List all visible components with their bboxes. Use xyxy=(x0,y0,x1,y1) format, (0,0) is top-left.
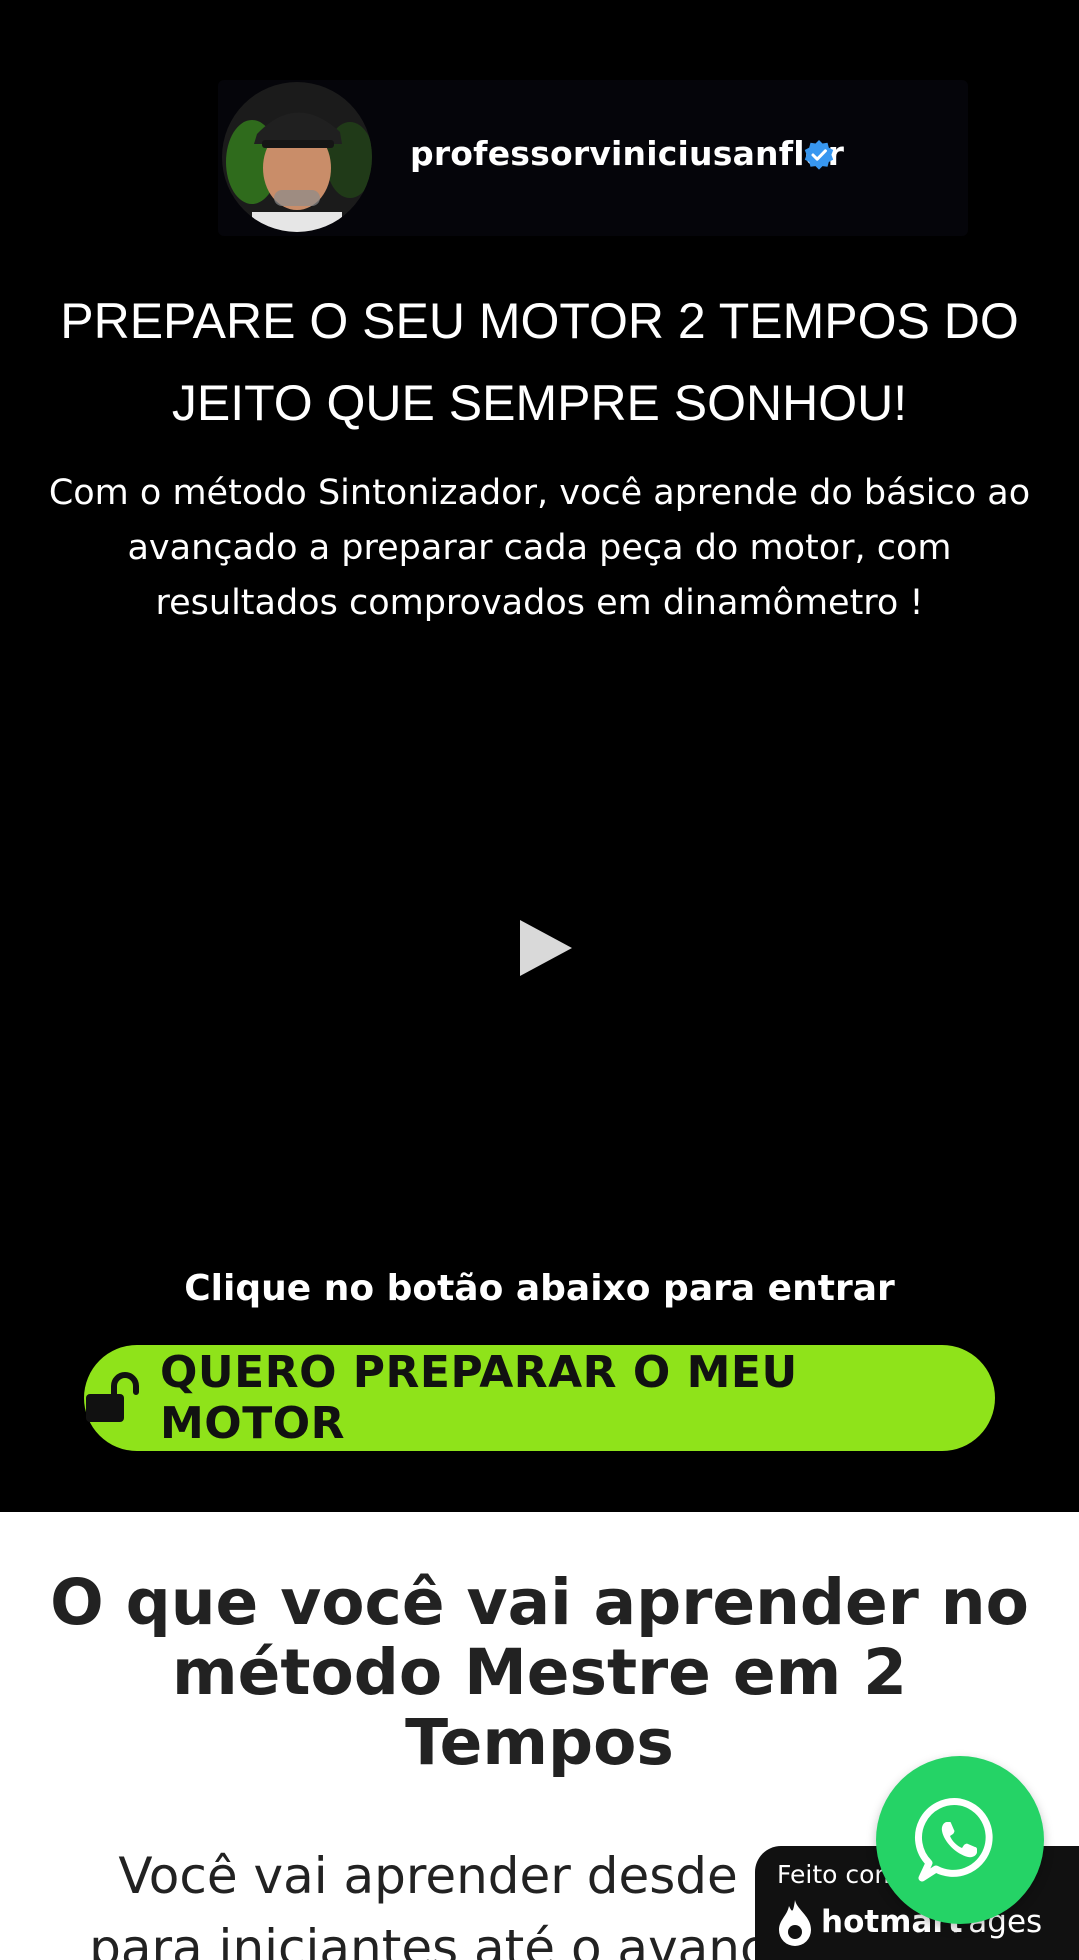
section-title: O que você vai aprender no método Mestre… xyxy=(30,1568,1049,1778)
cta-button-label: QUERO PREPARAR O MEU MOTOR xyxy=(160,1347,798,1449)
hero-subheadline-line: Com o método Sintonizador, você aprende … xyxy=(48,473,1031,513)
avatar[interactable] xyxy=(222,82,372,232)
section-title-line: método Mestre em 2 Tempos xyxy=(172,1636,907,1779)
hotmart-flame-icon xyxy=(777,1898,813,1948)
whatsapp-button[interactable] xyxy=(876,1756,1044,1924)
verified-badge-icon xyxy=(803,139,835,171)
play-icon[interactable] xyxy=(518,918,574,978)
profile-username[interactable]: professorviniciusanflor xyxy=(410,134,844,173)
unlock-icon xyxy=(84,1372,140,1424)
whatsapp-icon xyxy=(914,1794,1006,1886)
hero-headline-line: PREPARE O SEU MOTOR 2 TEMPOS DO xyxy=(60,293,1019,349)
hero-subheadline: Com o método Sintonizador, você aprende … xyxy=(20,466,1059,631)
hero-headline-line: JEITO QUE SEMPRE SONHOU! xyxy=(171,375,908,431)
hero-subheadline-line: resultados comprovados em dinamômetro ! xyxy=(155,583,924,623)
section-title-line: O que você vai aprender no xyxy=(50,1566,1029,1639)
hero-subheadline-line: avançado a preparar cada peça do motor, … xyxy=(127,528,952,568)
cta-caption: Clique no botão abaixo para entrar xyxy=(184,1268,895,1309)
hero-headline: PREPARE O SEU MOTOR 2 TEMPOS DO JEITO QU… xyxy=(30,280,1049,444)
cta-button[interactable]: QUERO PREPARAR O MEU MOTOR xyxy=(84,1345,995,1451)
